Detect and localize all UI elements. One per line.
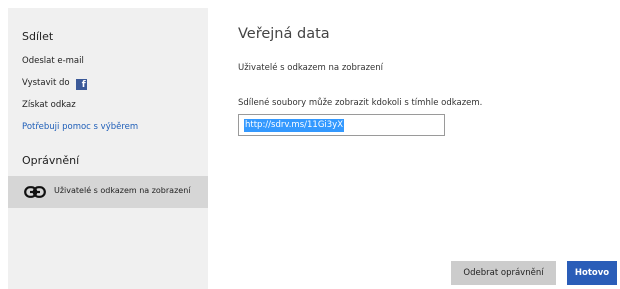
share-heading: Sdílet: [22, 30, 54, 43]
permission-entry-label: Uživatelé s odkazem na zobrazení: [54, 186, 191, 195]
facebook-icon[interactable]: f: [75, 79, 87, 90]
help-choosing-link[interactable]: Potřebuji pomoc s výběrem: [22, 122, 138, 132]
page-title: Veřejná data: [238, 26, 330, 42]
sidebar-item-email[interactable]: Odeslat e-mail: [22, 56, 84, 66]
share-link-field[interactable]: http://sdrv.ms/11Gi3yX: [238, 114, 445, 136]
done-button[interactable]: Hotovo: [567, 261, 617, 285]
sidebar: Sdílet Odeslat e-mail Vystavit do f Získa…: [8, 8, 208, 289]
sidebar-item-get-link[interactable]: Získat odkaz: [22, 100, 76, 110]
permission-subtitle: Uživatelé s odkazem na zobrazení: [238, 63, 384, 73]
sidebar-item-label: Vystavit do: [22, 78, 70, 88]
share-description: Sdílené soubory může zobrazit kdokoli s …: [238, 98, 483, 108]
permissions-heading: Oprávnění: [22, 154, 80, 167]
revoke-permission-button[interactable]: Odebrat oprávnění: [451, 261, 556, 285]
sidebar-item-label: Potřebuji pomoc s výběrem: [22, 122, 139, 132]
sidebar-item-post-to[interactable]: Vystavit do f: [22, 78, 87, 90]
sidebar-item-label: Získat odkaz: [22, 100, 76, 110]
share-link-value: http://sdrv.ms/11Gi3yX: [244, 119, 345, 132]
sidebar-item-label: Odeslat e-mail: [22, 56, 84, 66]
link-icon: [24, 186, 46, 198]
share-dialog: Sdílet Odeslat e-mail Vystavit do f Získa…: [0, 0, 620, 289]
permission-entry[interactable]: Uživatelé s odkazem na zobrazení: [8, 176, 208, 208]
